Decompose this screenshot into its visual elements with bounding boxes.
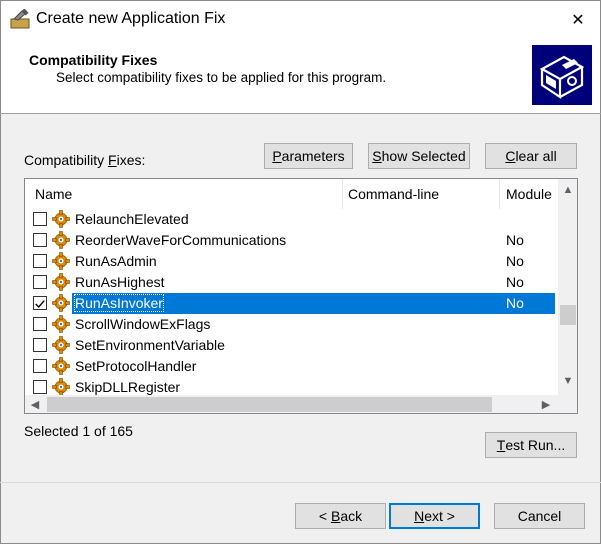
fix-name: SetEnvironmentVariable: [75, 337, 225, 353]
compatibility-fix-gear-icon: [52, 231, 70, 249]
list-row[interactable]: SetProtocolHandler: [25, 356, 559, 377]
fix-name: SetProtocolHandler: [75, 358, 197, 374]
fix-name: SkipDLLRegister: [75, 379, 181, 395]
next-label: ext >: [424, 508, 455, 524]
test-run-label: est Run...: [505, 437, 566, 453]
list-row[interactable]: RunAsAdmin No: [25, 251, 559, 272]
fix-checkbox[interactable]: [33, 317, 47, 331]
test-run-button[interactable]: Test Run...: [485, 432, 577, 458]
fix-checkbox[interactable]: [33, 275, 47, 289]
page-subtitle: Select compatibility fixes to be applied…: [56, 70, 387, 85]
list-row[interactable]: RunAsInvoker No: [25, 293, 559, 314]
wizard-header: Compatibility Fixes Select compatibility…: [0, 40, 601, 113]
parameters-accel: P: [272, 148, 282, 164]
clear-all-accel: C: [505, 148, 516, 164]
horizontal-scroll-thumb[interactable]: [47, 397, 492, 412]
column-header-name[interactable]: Name: [35, 186, 72, 202]
clear-all-label: lear all: [515, 148, 557, 164]
checkmark-icon: [35, 300, 45, 309]
fix-name: RunAsAdmin: [75, 253, 157, 269]
fix-checkbox[interactable]: [33, 359, 47, 373]
fix-module: No: [506, 295, 524, 311]
compatibility-fix-gear-icon: [52, 315, 70, 333]
compatibility-fixes-list[interactable]: Name Command-line Module RelaunchElevate…: [24, 178, 578, 414]
footer-divider: [0, 482, 601, 483]
fix-checkbox[interactable]: [33, 296, 47, 310]
close-button[interactable]: ✕: [556, 4, 600, 36]
list-row[interactable]: RunAsHighest No: [25, 272, 559, 293]
column-separator[interactable]: [342, 179, 343, 209]
fix-checkbox[interactable]: [33, 338, 47, 352]
compatibility-fixes-label: Compatibility Fixes:: [24, 152, 146, 168]
list-header: Name Command-line Module: [25, 179, 559, 209]
show-selected-button[interactable]: Show Selected: [368, 143, 470, 169]
scroll-up-icon[interactable]: ▲: [558, 184, 577, 196]
parameters-button[interactable]: Parameters: [264, 143, 353, 169]
scroll-down-icon[interactable]: ▼: [558, 375, 577, 387]
fix-checkbox[interactable]: [33, 254, 47, 268]
fix-checkbox[interactable]: [33, 212, 47, 226]
fix-name: RunAsInvoker: [74, 294, 164, 312]
compatibility-fix-gear-icon: [52, 357, 70, 375]
scroll-right-icon[interactable]: ▶: [536, 398, 556, 411]
back-prefix: <: [318, 508, 331, 524]
test-run-accel: T: [496, 437, 506, 453]
close-icon: ✕: [571, 12, 585, 29]
scrollbar-corner: [558, 395, 577, 413]
selected-count: Selected 1 of 165: [24, 423, 133, 439]
clear-all-button[interactable]: Clear all: [485, 143, 577, 169]
fix-name: RelaunchElevated: [75, 211, 189, 227]
back-accel: B: [330, 508, 341, 524]
fix-module: No: [506, 253, 524, 269]
back-button[interactable]: < Back: [295, 503, 386, 529]
window-title: Create new Application Fix: [36, 10, 226, 27]
page-title: Compatibility Fixes: [29, 52, 158, 68]
vertical-scrollbar[interactable]: ▲ ▼: [558, 179, 577, 395]
compatibility-fix-gear-icon: [52, 273, 70, 291]
cancel-button[interactable]: Cancel: [494, 503, 585, 529]
column-header-module[interactable]: Module: [506, 186, 552, 202]
show-selected-accel: S: [372, 148, 382, 164]
compatibility-fix-gear-icon: [52, 252, 70, 270]
list-row[interactable]: ReorderWaveForCommunications No: [25, 230, 559, 251]
list-row[interactable]: ScrollWindowExFlags: [25, 314, 559, 335]
fix-module: No: [506, 232, 524, 248]
app-fix-wizard-graphic-icon: [532, 45, 592, 105]
parameters-label: arameters: [281, 148, 345, 164]
column-header-command-line[interactable]: Command-line: [348, 186, 439, 202]
fix-checkbox[interactable]: [33, 380, 47, 394]
list-row[interactable]: RelaunchElevated: [25, 209, 559, 230]
scroll-left-icon[interactable]: ◀: [25, 398, 45, 411]
compatibility-fix-gear-icon: [52, 378, 70, 396]
fix-checkbox[interactable]: [33, 233, 47, 247]
fix-name: ReorderWaveForCommunications: [75, 232, 287, 248]
next-accel: N: [414, 508, 425, 524]
fix-module: No: [506, 274, 524, 290]
application-fix-wrench-icon: [10, 9, 30, 29]
back-label: ack: [340, 508, 363, 524]
vertical-scroll-thumb[interactable]: [560, 305, 576, 325]
horizontal-scrollbar[interactable]: ◀ ▶: [25, 395, 558, 413]
compatibility-fix-gear-icon: [52, 336, 70, 354]
list-row[interactable]: SetEnvironmentVariable: [25, 335, 559, 356]
fix-name: RunAsHighest: [75, 274, 165, 290]
fix-name: ScrollWindowExFlags: [75, 316, 211, 332]
compatibility-fix-gear-icon: [52, 210, 70, 228]
show-selected-label: how Selected: [381, 148, 466, 164]
next-button[interactable]: Next >: [389, 503, 480, 529]
column-separator[interactable]: [499, 179, 500, 209]
compatibility-fix-gear-icon: [52, 294, 70, 312]
